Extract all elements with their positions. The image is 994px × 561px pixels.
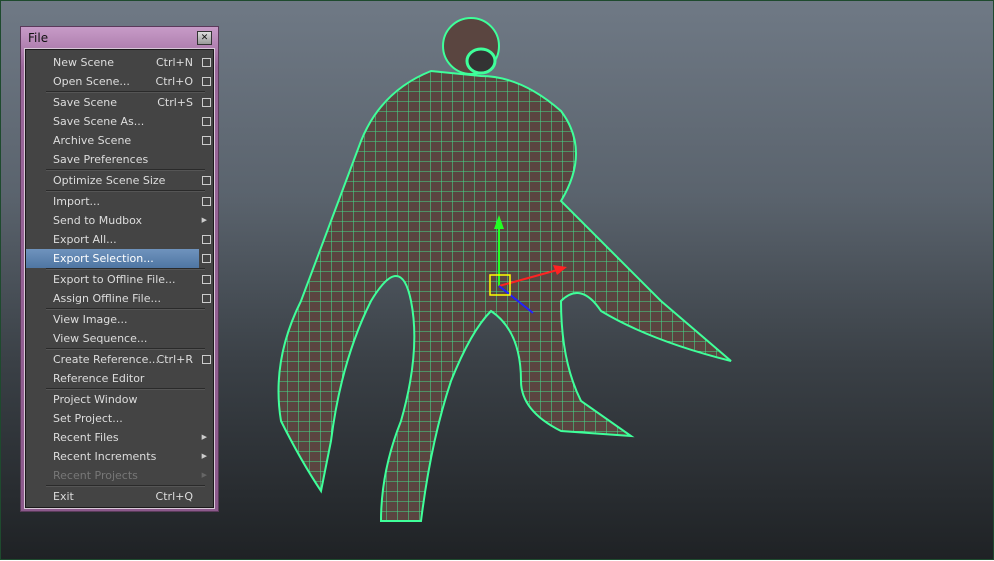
3d-viewport[interactable]: File ✕ New Scene Ctrl+N Open Scene... Ctrl+…: [0, 0, 994, 560]
menu-item-view-image[interactable]: View Image...: [26, 310, 199, 329]
menu-item-archive-scene[interactable]: Archive Scene: [26, 131, 211, 150]
menu-item-label: Export Selection...: [53, 252, 154, 265]
menu-item-label: Exit: [53, 490, 74, 503]
menu-item-view-sequence[interactable]: View Sequence...: [26, 329, 199, 348]
menu-title: File: [28, 31, 49, 45]
menu-item-label: Set Project...: [53, 412, 123, 425]
menu-item-save-scene[interactable]: Save Scene Ctrl+S: [26, 93, 211, 112]
shortcut-label: Ctrl+O: [155, 75, 193, 88]
menu-item-export-to-offline-file[interactable]: Export to Offline File...: [26, 270, 211, 289]
option-box-icon[interactable]: [202, 98, 211, 107]
option-box-icon[interactable]: [202, 77, 211, 86]
menu-item-label: Export to Offline File...: [53, 273, 176, 286]
menu-item-label: Open Scene...: [53, 75, 130, 88]
menu-item-label: Import...: [53, 195, 100, 208]
menu-item-project-window[interactable]: Project Window: [26, 390, 199, 409]
submenu-arrow-icon: ▶: [201, 433, 207, 441]
menu-item-label: New Scene: [53, 56, 115, 69]
menu-item-label: Assign Offline File...: [53, 292, 161, 305]
shortcut-label: Ctrl+R: [156, 353, 193, 366]
option-box-icon[interactable]: [202, 117, 211, 126]
menu-item-export-selection[interactable]: Export Selection...: [26, 249, 211, 268]
menu-item-exit[interactable]: Exit Ctrl+Q: [26, 487, 199, 506]
creature-body: [277, 17, 732, 522]
menu-item-label: Project Window: [53, 393, 138, 406]
menu-item-label: Recent Files: [53, 431, 119, 444]
menu-item-send-to-mudbox[interactable]: Send to Mudbox ▶: [26, 211, 207, 230]
shortcut-label: Ctrl+N: [155, 56, 193, 69]
menu-item-open-scene[interactable]: Open Scene... Ctrl+O: [26, 72, 211, 91]
menu-item-recent-increments[interactable]: Recent Increments ▶: [26, 447, 207, 466]
menu-item-label: Create Reference...: [53, 353, 159, 366]
menu-item-reference-editor[interactable]: Reference Editor: [26, 369, 199, 388]
menu-item-label: Reference Editor: [53, 372, 145, 385]
menu-item-label: Recent Increments: [53, 450, 157, 463]
menu-item-export-all[interactable]: Export All...: [26, 230, 211, 249]
option-box-icon[interactable]: [202, 275, 211, 284]
option-box-icon[interactable]: [202, 254, 211, 263]
menu-item-recent-projects: Recent Projects ▶: [26, 466, 207, 485]
menu-item-recent-files[interactable]: Recent Files ▶: [26, 428, 207, 447]
menu-item-create-reference[interactable]: Create Reference... Ctrl+R: [26, 350, 211, 369]
option-box-icon[interactable]: [202, 176, 211, 185]
file-menu-window[interactable]: File ✕ New Scene Ctrl+N Open Scene... Ctrl+…: [20, 26, 219, 512]
menu-item-label: Optimize Scene Size: [53, 174, 166, 187]
option-box-icon[interactable]: [202, 58, 211, 67]
option-box-icon[interactable]: [202, 235, 211, 244]
menu-item-label: Recent Projects: [53, 469, 138, 482]
menu-item-label: Export All...: [53, 233, 117, 246]
close-icon[interactable]: ✕: [197, 31, 212, 45]
option-box-icon[interactable]: [202, 294, 211, 303]
menu-item-optimize-scene-size[interactable]: Optimize Scene Size: [26, 171, 211, 190]
option-box-icon[interactable]: [202, 355, 211, 364]
menu-item-label: View Sequence...: [53, 332, 148, 345]
submenu-arrow-icon: ▶: [201, 216, 207, 224]
shortcut-label: Ctrl+S: [157, 96, 193, 109]
menu-item-new-scene[interactable]: New Scene Ctrl+N: [26, 53, 211, 72]
menu-item-import[interactable]: Import...: [26, 192, 211, 211]
menu-item-save-scene-as[interactable]: Save Scene As...: [26, 112, 211, 131]
menu-item-save-preferences[interactable]: Save Preferences: [26, 150, 199, 169]
menu-item-label: Send to Mudbox: [53, 214, 143, 227]
submenu-arrow-icon: ▶: [201, 452, 207, 460]
menu-item-label: Save Scene: [53, 96, 118, 109]
option-box-icon[interactable]: [202, 197, 211, 206]
menu-item-label: Save Scene As...: [53, 115, 145, 128]
menu-item-label: Archive Scene: [53, 134, 132, 147]
menu-item-set-project[interactable]: Set Project...: [26, 409, 199, 428]
shortcut-label: Ctrl+Q: [155, 490, 193, 503]
option-box-icon[interactable]: [202, 136, 211, 145]
menu-item-assign-offline-file[interactable]: Assign Offline File...: [26, 289, 211, 308]
menu-item-label: Save Preferences: [53, 153, 149, 166]
submenu-arrow-icon: ▶: [201, 471, 207, 479]
menu-item-label: View Image...: [53, 313, 128, 326]
menu-items: New Scene Ctrl+N Open Scene... Ctrl+O Save S…: [24, 48, 215, 509]
